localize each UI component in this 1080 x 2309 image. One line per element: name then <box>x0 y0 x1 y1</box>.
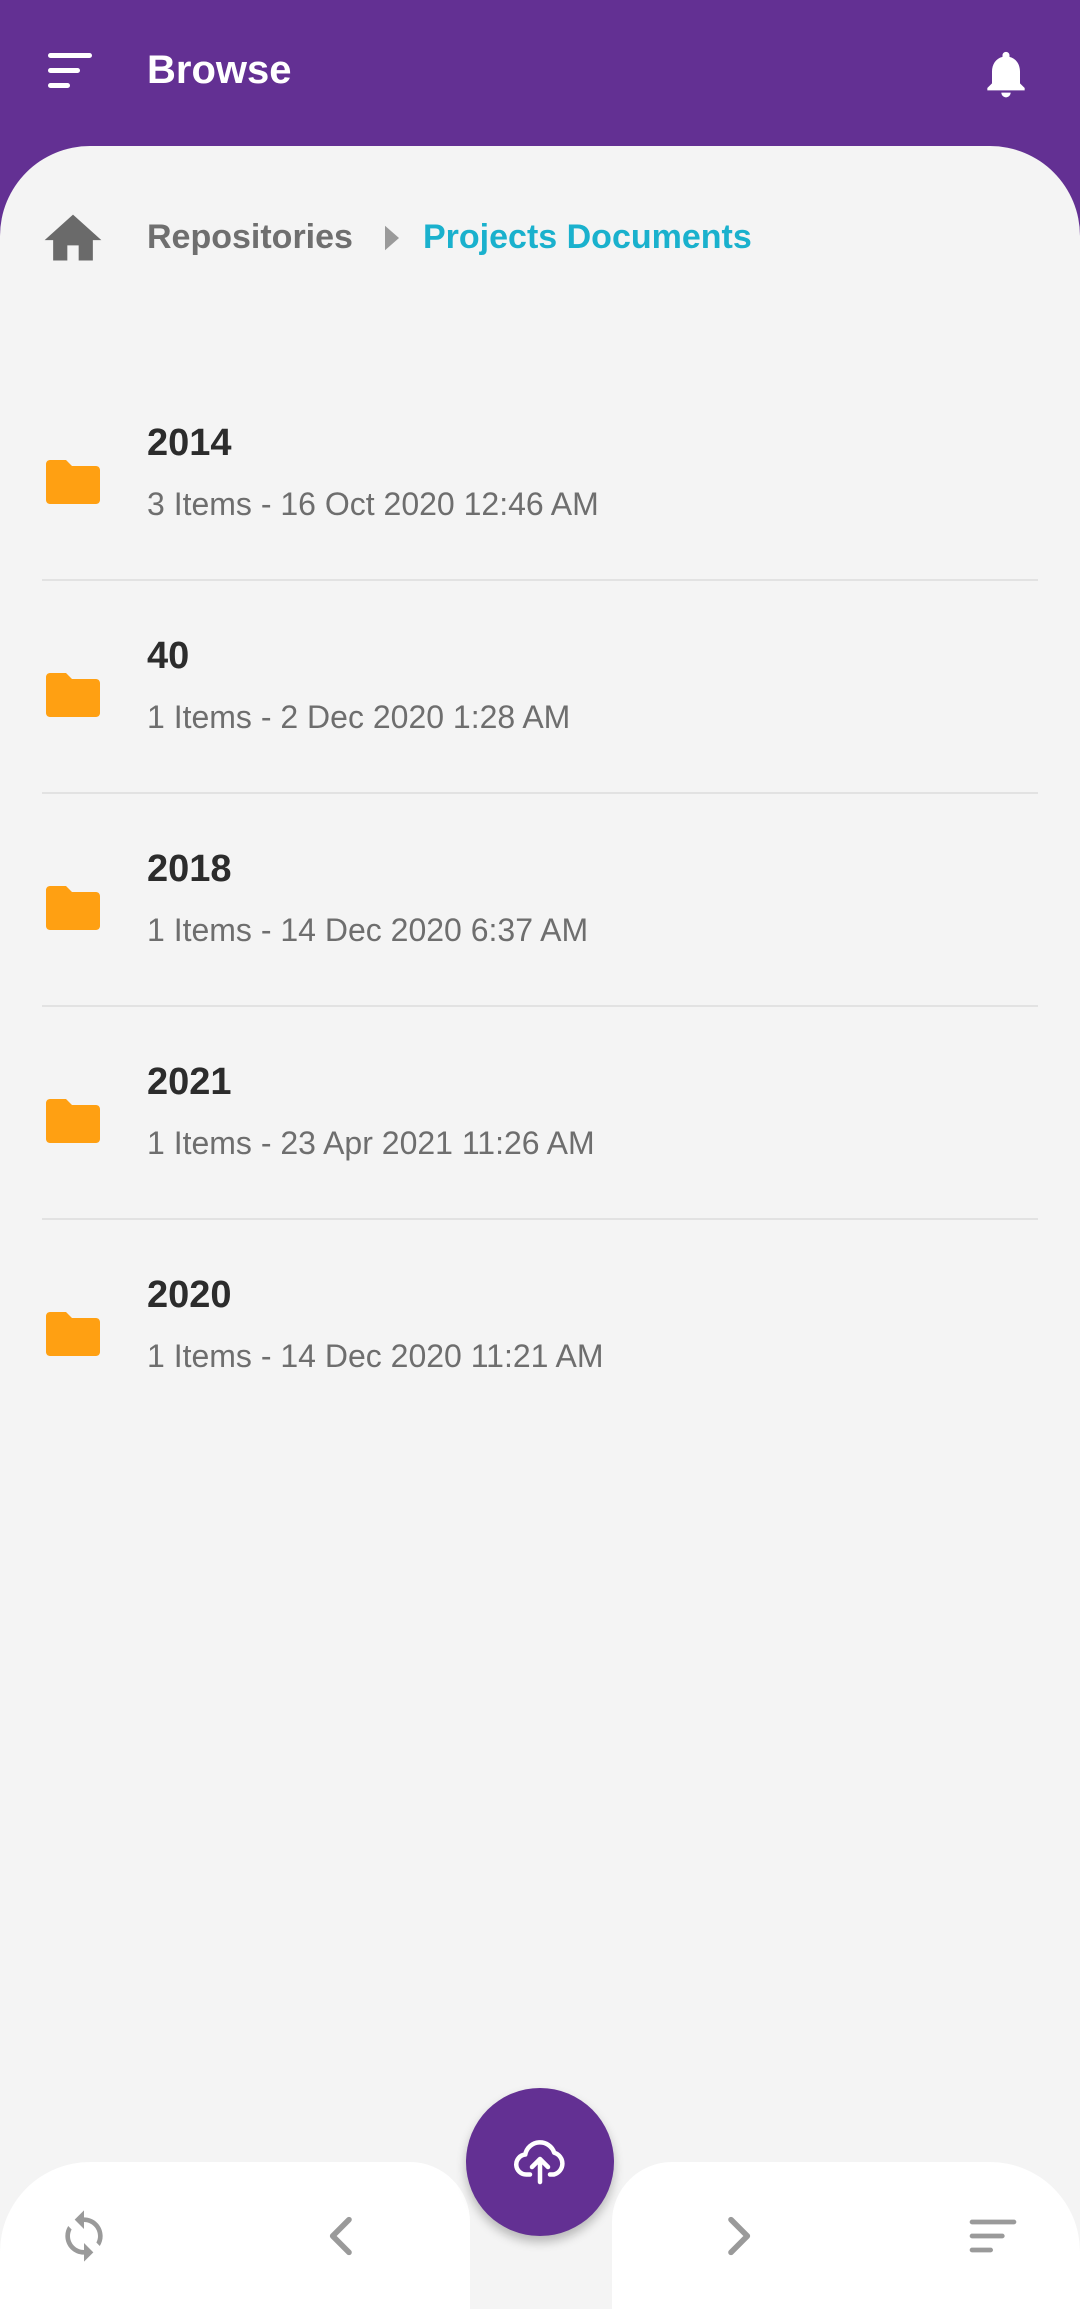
folder-icon <box>46 673 100 717</box>
folder-icon <box>46 460 100 504</box>
content-sheet: Repositories Projects Documents 2014 3 I… <box>0 146 1080 2309</box>
folder-icon <box>46 886 100 930</box>
folder-item[interactable]: 2018 1 Items - 14 Dec 2020 6:37 AM <box>0 794 1080 1007</box>
refresh-icon[interactable] <box>56 2208 112 2264</box>
folder-meta: 1 Items - 23 Apr 2021 11:26 AM <box>147 1125 595 1161</box>
home-icon[interactable] <box>44 212 102 264</box>
breadcrumb: Repositories Projects Documents <box>0 210 1080 266</box>
caret-right-icon <box>385 225 399 251</box>
folder-name: 2020 <box>147 1274 232 1316</box>
folder-item[interactable]: 2020 1 Items - 14 Dec 2020 11:21 AM <box>0 1220 1080 1433</box>
folder-name: 2021 <box>147 1061 232 1103</box>
chevron-left-icon[interactable] <box>314 2208 370 2264</box>
browse-screen: Browse Repositories Projects Documents 2… <box>0 0 1080 2309</box>
folder-icon <box>46 1099 100 1143</box>
menu-icon[interactable] <box>44 46 94 96</box>
page-title: Browse <box>147 48 292 92</box>
folder-name: 2018 <box>147 848 232 890</box>
folder-meta: 3 Items - 16 Oct 2020 12:46 AM <box>147 486 599 522</box>
folder-meta: 1 Items - 2 Dec 2020 1:28 AM <box>147 699 571 735</box>
folder-item[interactable]: 2014 3 Items - 16 Oct 2020 12:46 AM <box>0 368 1080 581</box>
sort-icon[interactable] <box>965 2208 1021 2264</box>
bell-icon[interactable] <box>978 44 1034 104</box>
folder-name: 2014 <box>147 422 232 464</box>
folder-meta: 1 Items - 14 Dec 2020 11:21 AM <box>147 1338 604 1374</box>
folder-meta: 1 Items - 14 Dec 2020 6:37 AM <box>147 912 589 948</box>
folder-icon <box>46 1312 100 1356</box>
folder-item[interactable]: 40 1 Items - 2 Dec 2020 1:28 AM <box>0 581 1080 794</box>
upload-button[interactable] <box>466 2088 614 2236</box>
chevron-right-icon[interactable] <box>710 2208 766 2264</box>
breadcrumb-current: Projects Documents <box>423 218 752 256</box>
cloud-upload-icon <box>514 2140 565 2185</box>
folder-name: 40 <box>147 635 190 677</box>
folder-item[interactable]: 2021 1 Items - 23 Apr 2021 11:26 AM <box>0 1007 1080 1220</box>
folder-list: 2014 3 Items - 16 Oct 2020 12:46 AM 40 1… <box>0 368 1080 1433</box>
app-header: Browse <box>0 0 1080 150</box>
breadcrumb-repositories[interactable]: Repositories <box>147 218 353 257</box>
